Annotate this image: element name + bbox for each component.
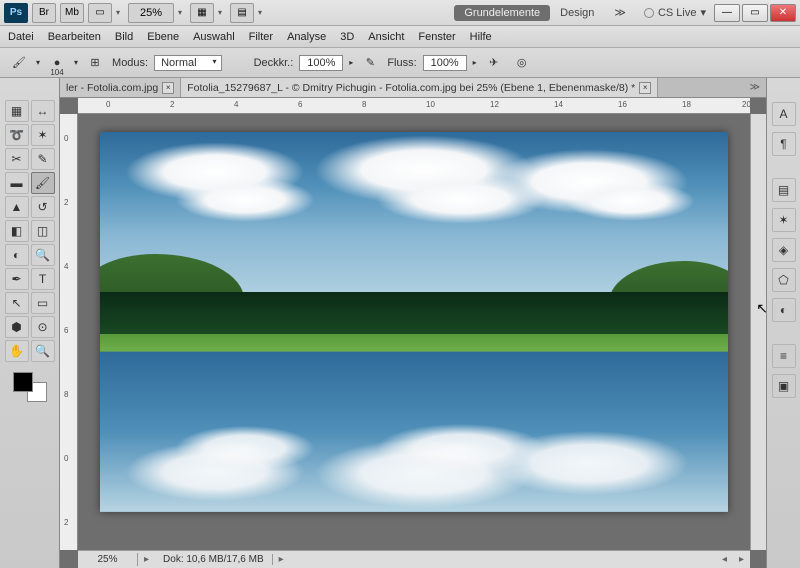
foreground-color[interactable] [13, 372, 33, 392]
menu-3d[interactable]: 3D [340, 31, 354, 43]
chevron-down-icon[interactable]: ▾ [218, 8, 222, 17]
ruler-vertical[interactable]: 0246802 [60, 114, 78, 550]
right-dock: A ¶ ▤ ✶ ◈ ⬠ ◐ ≡ ▣ [766, 78, 800, 568]
menu-datei[interactable]: Datei [8, 31, 34, 43]
mode-select[interactable]: Normal▾ [154, 55, 221, 71]
minimize-button[interactable]: — [714, 4, 740, 22]
tool-patch[interactable]: ▬ [5, 172, 29, 194]
canvas[interactable] [78, 114, 750, 550]
extras-icon[interactable]: ▤ [230, 3, 254, 23]
menu-ansicht[interactable]: Ansicht [368, 31, 404, 43]
tool-eraser[interactable]: ◧ [5, 220, 29, 242]
zoom-field[interactable]: 25% [78, 553, 138, 566]
chevron-right-icon[interactable]: ▸ [138, 554, 155, 565]
scrollbar-vertical[interactable] [750, 114, 766, 550]
tool-path[interactable]: ↖ [5, 292, 29, 314]
menu-bar: Datei Bearbeiten Bild Ebene Auswahl Filt… [0, 26, 800, 48]
minibridge-icon[interactable]: Mb [60, 3, 84, 23]
menu-analyse[interactable]: Analyse [287, 31, 326, 43]
workspace-design[interactable]: Design [550, 5, 604, 21]
toolbox: ▦ ↔ ➰ ✶ ✂ ✎ ▬ 🖌 ▲ ↺ ◧ ◫ ◐ 🔍 ✒ T ↖ ▭ ⬢ ⊙ … [0, 78, 60, 568]
tool-zoom[interactable]: 🔍 [31, 340, 55, 362]
tablet-opacity-icon[interactable]: ✎ [359, 52, 381, 74]
document-image[interactable] [100, 132, 728, 512]
adjustments-panel-icon[interactable]: ◐ [772, 298, 796, 322]
tool-quickselect[interactable]: ✶ [31, 124, 55, 146]
bridge-icon[interactable]: Br [32, 3, 56, 23]
tool-lasso[interactable]: ➰ [5, 124, 29, 146]
ruler-horizontal[interactable]: 02468101214161820 [78, 98, 750, 114]
menu-auswahl[interactable]: Auswahl [193, 31, 235, 43]
character-panel-icon[interactable]: A [772, 102, 796, 126]
chevron-down-icon[interactable]: ▾ [116, 8, 120, 17]
workspace-grundelemente[interactable]: Grundelemente [454, 5, 550, 21]
brush-panel-icon[interactable]: ⊞ [84, 52, 106, 74]
layers-panel-icon[interactable]: ◈ [772, 238, 796, 262]
flow-input[interactable]: 100% [423, 55, 467, 71]
opacity-input[interactable]: 100% [299, 55, 343, 71]
tool-move[interactable]: ▦ [5, 100, 29, 122]
tool-blur[interactable]: ◐ [5, 244, 29, 266]
arrange-docs-icon[interactable]: ▦ [190, 3, 214, 23]
menu-bearbeiten[interactable]: Bearbeiten [48, 31, 101, 43]
tablet-size-icon[interactable]: ◎ [511, 52, 533, 74]
opacity-label: Deckkr.: [254, 57, 294, 69]
menu-fenster[interactable]: Fenster [418, 31, 455, 43]
tool-brush[interactable]: 🖌 [31, 172, 55, 194]
tool-type[interactable]: T [31, 268, 55, 290]
close-button[interactable]: ✕ [770, 4, 796, 22]
options-bar: 🖌▾ ●104▾ ⊞ Modus: Normal▾ Deckkr.: 100%▸… [0, 48, 800, 78]
cs-live[interactable]: CS Live▾ [644, 6, 706, 19]
scroll-left-icon[interactable]: ◂ [716, 554, 733, 565]
menu-hilfe[interactable]: Hilfe [470, 31, 492, 43]
app-ps-icon[interactable]: Ps [4, 3, 28, 23]
tool-crop[interactable]: ✂ [5, 148, 29, 170]
canvas-area: 02468101214161820 0246802 [60, 98, 766, 568]
chevron-down-icon[interactable]: ▾ [258, 8, 262, 17]
screen-mode-icon[interactable]: ▭ [88, 3, 112, 23]
tool-history[interactable]: ↺ [31, 196, 55, 218]
menu-bild[interactable]: Bild [115, 31, 133, 43]
tool-hand[interactable]: ✋ [5, 340, 29, 362]
styles-panel-icon[interactable]: ≡ [772, 344, 796, 368]
status-bar: 25% ▸ Dok: 10,6 MB/17,6 MB ▸ ◂ ▸ [78, 550, 750, 568]
tool-3d[interactable]: ⬢ [5, 316, 29, 338]
zoom-level-top[interactable]: 25% [128, 3, 174, 23]
workspace-more[interactable]: ≫ [604, 4, 636, 21]
doc-size-label[interactable]: Dok: 10,6 MB/17,6 MB [155, 554, 273, 565]
tool-shape[interactable]: ▭ [31, 292, 55, 314]
tool-3dcam[interactable]: ⊙ [31, 316, 55, 338]
paragraph-panel-icon[interactable]: ¶ [772, 132, 796, 156]
scroll-right-icon[interactable]: ▸ [733, 554, 750, 565]
tool-dodge[interactable]: 🔍 [31, 244, 55, 266]
maximize-button[interactable]: ▭ [742, 4, 768, 22]
chevron-down-icon[interactable]: ▾ [178, 8, 182, 17]
airbrush-icon[interactable]: ✈ [483, 52, 505, 74]
tool-gradient[interactable]: ◫ [31, 220, 55, 242]
color-swatches[interactable] [13, 372, 47, 402]
brush-preview-icon[interactable]: ●104 [46, 52, 68, 74]
mode-label: Modus: [112, 57, 148, 69]
title-bar: Ps Br Mb ▭ ▾ 25% ▾ ▦ ▾ ▤ ▾ Grundelemente Des… [0, 0, 800, 26]
swatches-panel-icon[interactable]: ▤ [772, 178, 796, 202]
flow-label: Fluss: [387, 57, 416, 69]
tool-eyedropper[interactable]: ✎ [31, 148, 55, 170]
chevron-right-icon[interactable]: ▸ [273, 554, 290, 565]
brushes-panel-icon[interactable]: ✶ [772, 208, 796, 232]
tool-stamp[interactable]: ▲ [5, 196, 29, 218]
menu-filter[interactable]: Filter [249, 31, 273, 43]
menu-ebene[interactable]: Ebene [147, 31, 179, 43]
tool-marquee[interactable]: ↔ [31, 100, 55, 122]
tool-preset-icon[interactable]: 🖌 [8, 52, 30, 74]
tool-pen[interactable]: ✒ [5, 268, 29, 290]
paths-panel-icon[interactable]: ⬠ [772, 268, 796, 292]
actions-panel-icon[interactable]: ▣ [772, 374, 796, 398]
